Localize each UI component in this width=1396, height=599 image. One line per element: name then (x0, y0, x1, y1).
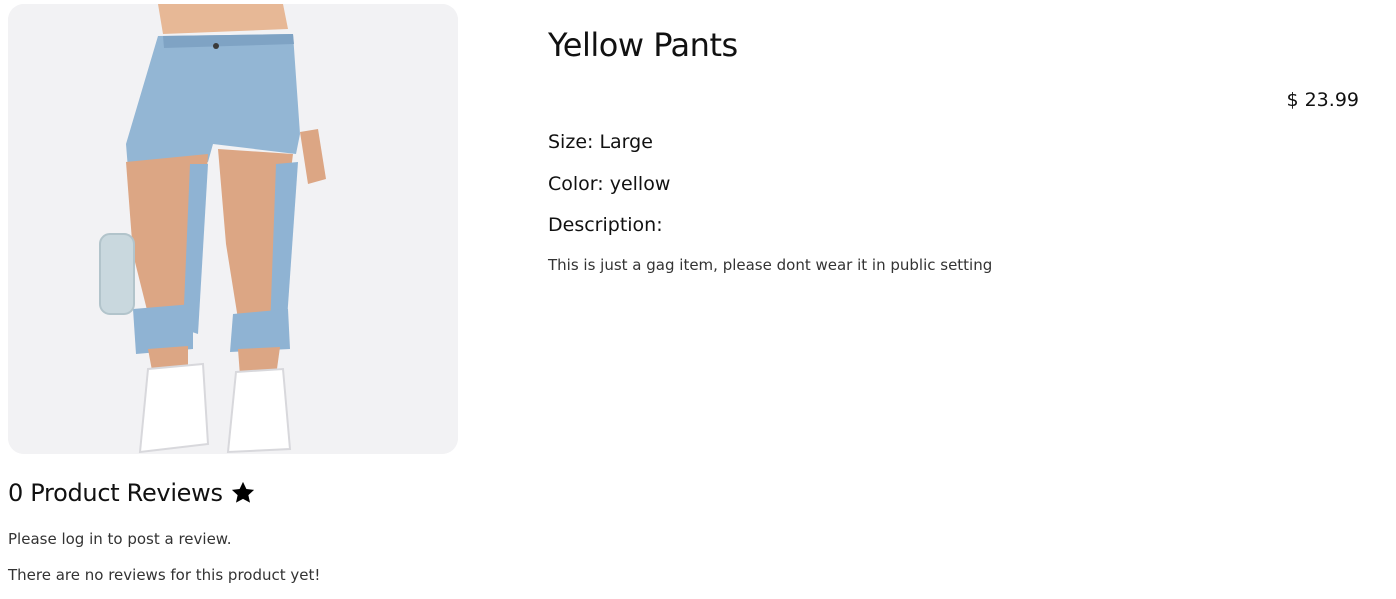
product-image (8, 4, 458, 454)
description-label: Description: (548, 214, 663, 236)
product-color: Color: yellow (548, 173, 671, 195)
product-size: Size: Large (548, 131, 653, 153)
no-reviews-note: There are no reviews for this product ye… (8, 566, 321, 584)
reviews-heading-text: 0 Product Reviews (8, 479, 223, 507)
product-title: Yellow Pants (548, 26, 738, 64)
star-icon (229, 479, 257, 507)
login-to-review-note: Please log in to post a review. (8, 530, 232, 548)
reviews-heading: 0 Product Reviews (8, 479, 257, 507)
product-description: This is just a gag item, please dont wea… (548, 256, 993, 274)
product-photo (8, 4, 458, 454)
product-price: $ 23.99 (1286, 89, 1359, 111)
